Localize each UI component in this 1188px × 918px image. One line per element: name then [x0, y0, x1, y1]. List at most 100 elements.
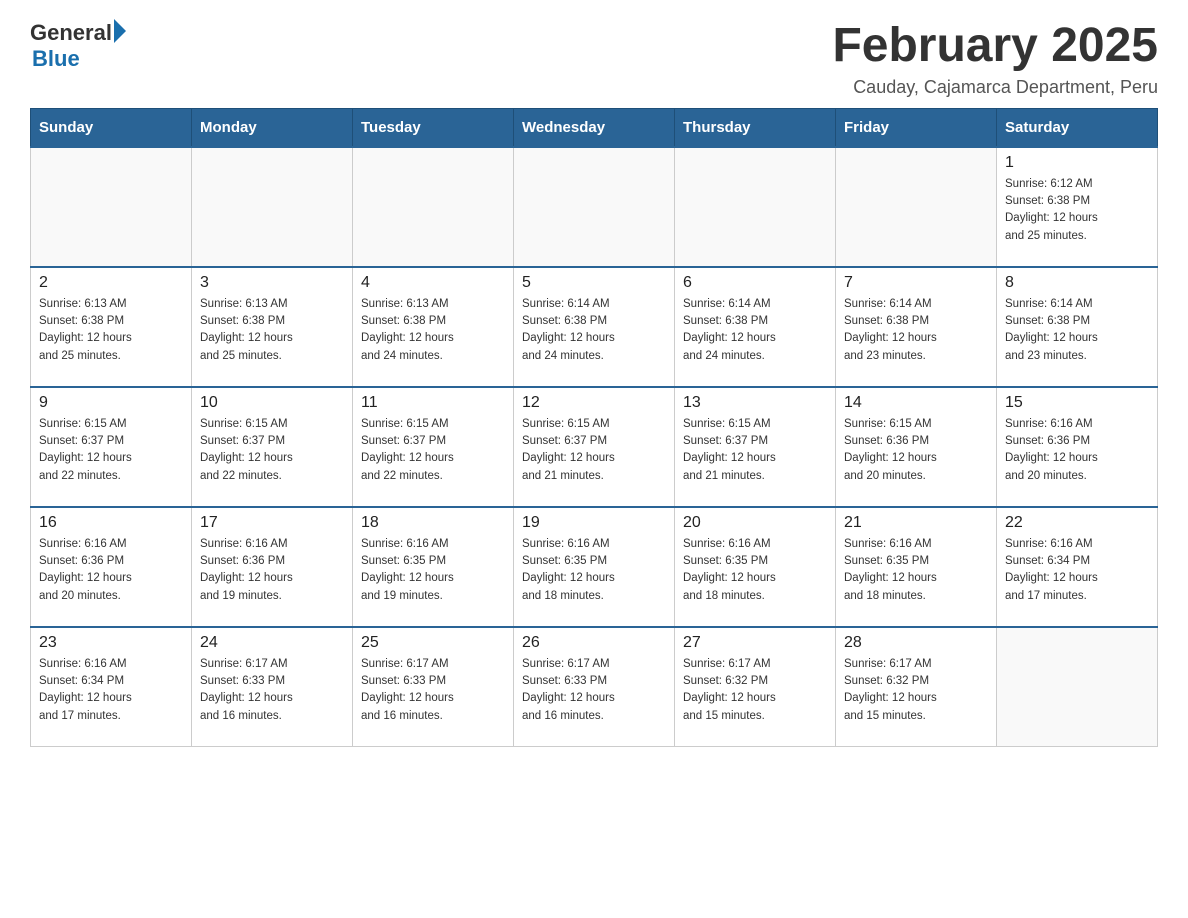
table-row: 16 Sunrise: 6:16 AMSunset: 6:36 PMDayligh…: [31, 507, 192, 627]
table-row: [675, 147, 836, 267]
header-monday: Monday: [192, 108, 353, 147]
day-number: 9: [39, 394, 183, 412]
table-row: 25 Sunrise: 6:17 AMSunset: 6:33 PMDayligh…: [353, 627, 514, 747]
table-row: 7 Sunrise: 6:14 AMSunset: 6:38 PMDaylight…: [836, 267, 997, 387]
header-thursday: Thursday: [675, 108, 836, 147]
day-info: Sunrise: 6:15 AMSunset: 6:37 PMDaylight:…: [200, 416, 344, 485]
day-number: 12: [522, 394, 666, 412]
day-number: 11: [361, 394, 505, 412]
header-sunday: Sunday: [31, 108, 192, 147]
day-info: Sunrise: 6:14 AMSunset: 6:38 PMDaylight:…: [522, 296, 666, 365]
day-info: Sunrise: 6:13 AMSunset: 6:38 PMDaylight:…: [200, 296, 344, 365]
day-info: Sunrise: 6:16 AMSunset: 6:36 PMDaylight:…: [1005, 416, 1149, 485]
day-info: Sunrise: 6:16 AMSunset: 6:35 PMDaylight:…: [522, 536, 666, 605]
day-info: Sunrise: 6:17 AMSunset: 6:32 PMDaylight:…: [683, 656, 827, 725]
table-row: 6Sunrise: 6:14 AMSunset: 6:38 PMDaylight…: [675, 267, 836, 387]
day-number: 4: [361, 274, 505, 292]
calendar-week-row: 23 Sunrise: 6:16 AMSunset: 6:34 PMDayligh…: [31, 627, 1158, 747]
header-friday: Friday: [836, 108, 997, 147]
header-wednesday: Wednesday: [514, 108, 675, 147]
logo-arrow-icon: [114, 19, 126, 43]
table-row: [836, 147, 997, 267]
day-info: Sunrise: 6:16 AMSunset: 6:36 PMDaylight:…: [39, 536, 183, 605]
day-number: 7: [844, 274, 988, 292]
day-number: 22: [1005, 514, 1149, 532]
day-number: 23: [39, 634, 183, 652]
day-number: 18: [361, 514, 505, 532]
table-row: 3 Sunrise: 6:13 AMSunset: 6:38 PMDaylight…: [192, 267, 353, 387]
day-info: Sunrise: 6:13 AMSunset: 6:38 PMDaylight:…: [39, 296, 183, 365]
day-number: 24: [200, 634, 344, 652]
day-number: 1: [1005, 154, 1149, 172]
day-info: Sunrise: 6:14 AMSunset: 6:38 PMDaylight:…: [1005, 296, 1149, 365]
table-row: 14Sunrise: 6:15 AMSunset: 6:36 PMDayligh…: [836, 387, 997, 507]
table-row: 2 Sunrise: 6:13 AMSunset: 6:38 PMDaylight…: [31, 267, 192, 387]
month-title: February 2025: [832, 20, 1158, 73]
logo-blue-text: Blue: [32, 46, 126, 72]
calendar-week-row: 1 Sunrise: 6:12 AMSunset: 6:38 PMDaylight…: [31, 147, 1158, 267]
day-number: 20: [683, 514, 827, 532]
table-row: 26Sunrise: 6:17 AMSunset: 6:33 PMDayligh…: [514, 627, 675, 747]
day-info: Sunrise: 6:16 AMSunset: 6:35 PMDaylight:…: [683, 536, 827, 605]
table-row: 1 Sunrise: 6:12 AMSunset: 6:38 PMDaylight…: [997, 147, 1158, 267]
table-row: 10 Sunrise: 6:15 AMSunset: 6:37 PMDayligh…: [192, 387, 353, 507]
day-info: Sunrise: 6:17 AMSunset: 6:33 PMDaylight:…: [200, 656, 344, 725]
table-row: 11 Sunrise: 6:15 AMSunset: 6:37 PMDayligh…: [353, 387, 514, 507]
logo: General Blue: [30, 20, 126, 72]
day-number: 21: [844, 514, 988, 532]
header-saturday: Saturday: [997, 108, 1158, 147]
day-number: 17: [200, 514, 344, 532]
day-info: Sunrise: 6:15 AMSunset: 6:37 PMDaylight:…: [361, 416, 505, 485]
day-number: 2: [39, 274, 183, 292]
table-row: 22 Sunrise: 6:16 AMSunset: 6:34 PMDayligh…: [997, 507, 1158, 627]
logo-general-text: General: [30, 20, 112, 46]
day-info: Sunrise: 6:15 AMSunset: 6:37 PMDaylight:…: [522, 416, 666, 485]
table-row: [192, 147, 353, 267]
day-info: Sunrise: 6:16 AMSunset: 6:36 PMDaylight:…: [200, 536, 344, 605]
day-info: Sunrise: 6:16 AMSunset: 6:34 PMDaylight:…: [1005, 536, 1149, 605]
table-row: 23 Sunrise: 6:16 AMSunset: 6:34 PMDayligh…: [31, 627, 192, 747]
day-number: 10: [200, 394, 344, 412]
day-info: Sunrise: 6:16 AMSunset: 6:35 PMDaylight:…: [844, 536, 988, 605]
calendar-week-row: 2 Sunrise: 6:13 AMSunset: 6:38 PMDaylight…: [31, 267, 1158, 387]
table-row: 24 Sunrise: 6:17 AMSunset: 6:33 PMDayligh…: [192, 627, 353, 747]
day-info: Sunrise: 6:14 AMSunset: 6:38 PMDaylight:…: [683, 296, 827, 365]
day-number: 25: [361, 634, 505, 652]
table-row: [514, 147, 675, 267]
table-row: 13 Sunrise: 6:15 AMSunset: 6:37 PMDayligh…: [675, 387, 836, 507]
table-row: 28Sunrise: 6:17 AMSunset: 6:32 PMDayligh…: [836, 627, 997, 747]
calendar-table: Sunday Monday Tuesday Wednesday Thursday…: [30, 108, 1158, 748]
day-number: 8: [1005, 274, 1149, 292]
table-row: 17 Sunrise: 6:16 AMSunset: 6:36 PMDayligh…: [192, 507, 353, 627]
day-info: Sunrise: 6:17 AMSunset: 6:33 PMDaylight:…: [361, 656, 505, 725]
location-subtitle: Cauday, Cajamarca Department, Peru: [832, 77, 1158, 98]
table-row: 12 Sunrise: 6:15 AMSunset: 6:37 PMDayligh…: [514, 387, 675, 507]
day-number: 13: [683, 394, 827, 412]
day-number: 3: [200, 274, 344, 292]
table-row: 5 Sunrise: 6:14 AMSunset: 6:38 PMDaylight…: [514, 267, 675, 387]
day-info: Sunrise: 6:17 AMSunset: 6:32 PMDaylight:…: [844, 656, 988, 725]
calendar-header-row: Sunday Monday Tuesday Wednesday Thursday…: [31, 108, 1158, 147]
calendar-week-row: 16 Sunrise: 6:16 AMSunset: 6:36 PMDayligh…: [31, 507, 1158, 627]
calendar-week-row: 9 Sunrise: 6:15 AMSunset: 6:37 PMDaylight…: [31, 387, 1158, 507]
title-section: February 2025 Cauday, Cajamarca Departme…: [832, 20, 1158, 98]
table-row: [31, 147, 192, 267]
day-info: Sunrise: 6:16 AMSunset: 6:35 PMDaylight:…: [361, 536, 505, 605]
day-number: 16: [39, 514, 183, 532]
table-row: 19 Sunrise: 6:16 AMSunset: 6:35 PMDayligh…: [514, 507, 675, 627]
day-number: 14: [844, 394, 988, 412]
table-row: 27Sunrise: 6:17 AMSunset: 6:32 PMDayligh…: [675, 627, 836, 747]
day-info: Sunrise: 6:12 AMSunset: 6:38 PMDaylight:…: [1005, 176, 1149, 245]
day-number: 5: [522, 274, 666, 292]
table-row: 9Sunrise: 6:15 AMSunset: 6:37 PMDaylight…: [31, 387, 192, 507]
day-info: Sunrise: 6:17 AMSunset: 6:33 PMDaylight:…: [522, 656, 666, 725]
day-info: Sunrise: 6:15 AMSunset: 6:37 PMDaylight:…: [683, 416, 827, 485]
day-number: 15: [1005, 394, 1149, 412]
table-row: 21 Sunrise: 6:16 AMSunset: 6:35 PMDayligh…: [836, 507, 997, 627]
table-row: 15 Sunrise: 6:16 AMSunset: 6:36 PMDayligh…: [997, 387, 1158, 507]
header-tuesday: Tuesday: [353, 108, 514, 147]
day-info: Sunrise: 6:14 AMSunset: 6:38 PMDaylight:…: [844, 296, 988, 365]
table-row: [997, 627, 1158, 747]
day-info: Sunrise: 6:16 AMSunset: 6:34 PMDaylight:…: [39, 656, 183, 725]
day-number: 19: [522, 514, 666, 532]
